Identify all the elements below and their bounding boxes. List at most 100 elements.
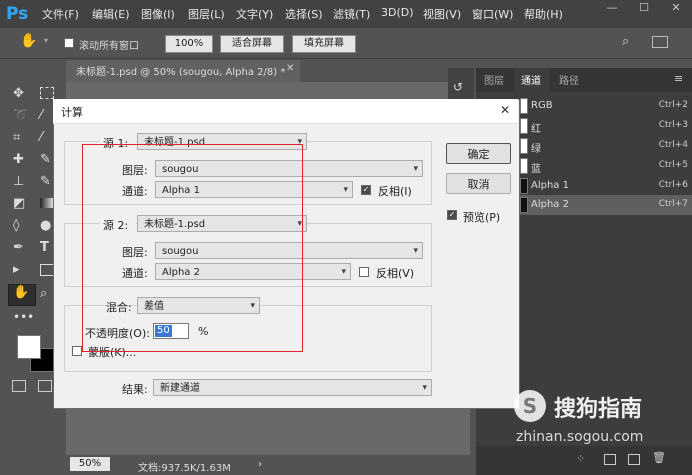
source2-invert-checkbox[interactable] [359,267,369,277]
save-selection-icon[interactable] [604,454,616,465]
channel-row-red[interactable]: 红 Ctrl+3 [520,116,692,136]
channel-name: Alpha 1 [531,180,569,191]
dodge-tool-icon[interactable]: ● [40,218,51,233]
scroll-all-checkbox[interactable] [64,38,74,48]
channel-thumb [520,118,528,134]
sogou-logo-icon: S [514,390,546,422]
channel-shortcut: Ctrl+6 [658,180,688,190]
channel-name: 蓝 [531,164,541,175]
menu-layer[interactable]: 图层(L) [188,6,225,22]
gradient-tool-icon[interactable] [40,198,54,208]
chevron-down-icon[interactable]: ▾ [44,36,48,45]
search-icon[interactable]: ⌕ [622,34,629,49]
more-tools-icon[interactable]: ••• [13,310,34,324]
eyedropper-icon[interactable]: ⁄ [40,130,42,145]
screen-mode-icon[interactable] [38,380,52,392]
channel-name: RGB [531,100,553,111]
channel-shortcut: Ctrl+5 [658,160,688,170]
dialog-title: 计算 [61,106,83,119]
chevron-down-icon: ▾ [413,246,418,256]
menu-3d[interactable]: 3D(D) [381,6,414,19]
shape-tool-icon[interactable] [40,264,54,276]
channel-row-alpha1[interactable]: Alpha 1 Ctrl+6 [520,176,692,196]
marquee-tool-icon[interactable] [40,87,54,99]
stamp-tool-icon[interactable]: ⊥ [13,174,24,189]
cancel-button[interactable]: 取消 [446,173,511,194]
doc-info: 文档:937.5K/1.63M [138,463,231,474]
ok-button[interactable]: 确定 [446,143,511,164]
lasso-tool-icon[interactable]: ➰ [13,108,29,123]
tab-layers[interactable]: 图层 [484,72,504,87]
watermark: S 搜狗指南 zhinan.sogou.com [510,385,690,455]
source1-invert-label: 反相(I) [378,185,412,198]
foreground-color-swatch[interactable] [17,335,41,359]
watermark-url: zhinan.sogou.com [516,429,644,445]
path-select-icon[interactable]: ▸ [13,262,20,277]
status-bar [66,455,470,475]
channel-thumb [520,158,528,174]
source1-invert-checkbox[interactable]: ✓ [361,185,371,195]
result-select[interactable]: 新建通道 ▾ [153,379,432,396]
zoom-tool-icon[interactable]: ⌕ [40,286,47,301]
history-panel-icon[interactable]: ↺ [453,80,463,94]
quick-mask-icon[interactable] [12,380,26,392]
eraser-icon[interactable]: ◩ [13,196,25,211]
source2-invert-label: 反相(V) [376,267,415,280]
result-label: 结果: [122,383,148,396]
tab-paths[interactable]: 路径 [559,72,579,87]
mask-checkbox[interactable] [72,346,82,356]
close-icon[interactable]: ✕ [666,0,686,16]
tab-close-icon[interactable]: ✕ [286,63,294,74]
crop-tool-icon[interactable]: ⌗ [13,130,20,145]
panel-menu-icon[interactable]: ≡ [674,72,683,85]
menu-help[interactable]: 帮助(H) [524,6,563,22]
channel-shortcut: Ctrl+2 [658,100,688,110]
maximize-icon[interactable]: ☐ [634,0,654,16]
menu-image[interactable]: 图像(I) [141,6,175,22]
fill-screen-button[interactable]: 填充屏幕 [292,35,356,53]
zoom-100-button[interactable]: 100% [165,35,213,53]
menu-edit[interactable]: 编辑(E) [92,6,130,22]
channel-row-blue[interactable]: 蓝 Ctrl+5 [520,156,692,176]
type-tool-icon[interactable]: T [40,240,49,255]
history-brush-icon[interactable]: ✎ [40,174,51,189]
annotation-rectangle [82,144,303,352]
new-channel-icon[interactable] [628,454,640,465]
menu-select[interactable]: 选择(S) [285,6,323,22]
fit-screen-button[interactable]: 适合屏幕 [220,35,284,53]
dialog-title-bar [53,99,518,124]
menu-type[interactable]: 文字(Y) [236,6,273,22]
menu-file[interactable]: 文件(F) [42,6,79,22]
preview-checkbox[interactable]: ✓ [447,210,457,220]
tab-channels[interactable]: 通道 [521,72,541,87]
chevron-down-icon: ▾ [413,164,418,174]
channel-name: Alpha 2 [531,199,569,210]
dialog-close-icon[interactable]: ✕ [500,103,510,117]
scroll-all-label: 滚动所有窗口 [79,41,139,52]
channel-row-green[interactable]: 绿 Ctrl+4 [520,136,692,156]
channel-thumb [520,138,528,154]
channel-row-alpha2[interactable]: Alpha 2 Ctrl+7 [520,195,692,215]
panel-tab-strip [476,68,692,92]
menu-view[interactable]: 视图(V) [423,6,461,22]
minimize-icon[interactable]: — [602,0,622,16]
status-chevron-icon[interactable]: › [258,459,262,470]
chevron-down-icon: ▾ [341,267,346,277]
chevron-down-icon: ▾ [422,383,427,393]
brush-tool-icon[interactable]: ✎ [40,152,51,167]
menu-filter[interactable]: 滤镜(T) [333,6,370,22]
hand-tool-icon[interactable]: ✋ [20,33,37,49]
zoom-level[interactable]: 50% [70,457,110,471]
pen-tool-icon[interactable]: ✒ [13,240,24,255]
workspace-icon[interactable] [652,36,668,48]
ps-logo: Ps [6,4,29,24]
healing-brush-icon[interactable]: ✚ [13,152,24,167]
channel-row-rgb[interactable]: RGB Ctrl+2 [520,96,692,116]
menu-window[interactable]: 窗口(W) [472,6,513,22]
channel-thumb [520,197,528,213]
channel-thumb [520,178,528,194]
blur-tool-icon[interactable]: ◊ [13,218,19,233]
quick-select-icon[interactable]: ⁄ [40,108,42,123]
hand-icon[interactable]: ✋ [13,285,29,300]
move-tool-icon[interactable]: ✥ [13,86,24,101]
